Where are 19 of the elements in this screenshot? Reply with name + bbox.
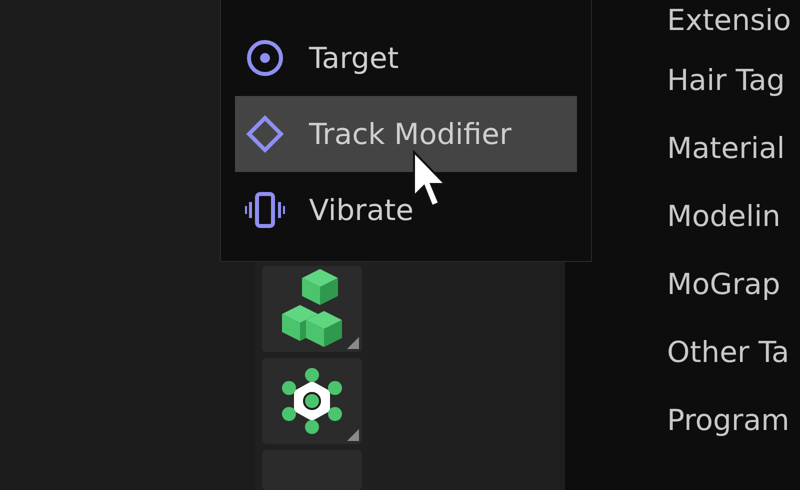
menu-item-label: Track Modifier [309,117,512,151]
menu-item[interactable]: Target [235,20,577,96]
category-item[interactable]: Hair Tag [667,60,800,128]
menu-item[interactable]: Track Modifier [235,96,577,172]
category-item[interactable]: Modelin [667,196,800,264]
diamond-icon [245,114,285,154]
category-item[interactable]: MoGrap [667,264,800,332]
menu-item[interactable]: Vibrate [235,172,577,248]
category-item[interactable]: Other Ta [667,332,800,400]
menu-item-label: Target [309,41,399,75]
tool-button[interactable] [262,358,362,444]
vibrate-icon [245,190,285,230]
tool-button[interactable] [262,266,362,352]
category-item[interactable]: Program [667,400,800,468]
category-item[interactable]: Extensio [667,0,800,60]
gear-icon [280,367,344,435]
target-icon [245,38,285,78]
menu-item-label: Vibrate [309,193,414,227]
category-item[interactable]: Material [667,128,800,196]
